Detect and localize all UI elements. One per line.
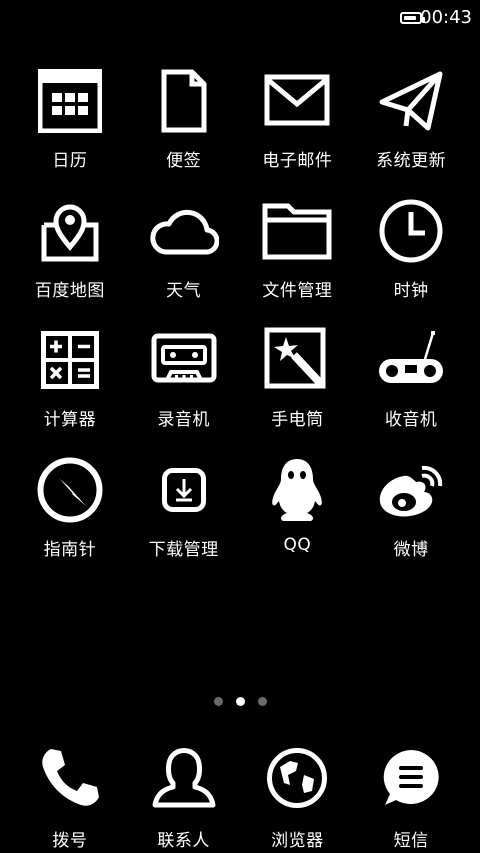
status-clock: 00:43 [420,7,472,28]
page-dot[interactable] [235,697,245,706]
app-label: 电子邮件 [262,151,333,171]
app-label: 下载管理 [148,539,219,560]
download-icon [144,450,224,530]
app-email[interactable]: 电子邮件 [241,61,355,191]
app-label: 微博 [393,539,429,560]
app-label: 拨号 [52,831,88,851]
qq-icon [257,450,337,530]
dock-messages[interactable]: 短信 [354,738,468,851]
app-label: 时钟 [393,280,429,301]
page-dot[interactable] [213,697,223,706]
app-label: 短信 [393,831,429,851]
app-label: 手电筒 [271,410,324,430]
flashlight-icon [257,320,337,400]
mail-icon [257,61,337,141]
app-flashlight[interactable]: 手电筒 [241,320,355,450]
phone-icon [30,738,110,818]
app-notes[interactable]: 便签 [127,61,241,191]
app-label: 计算器 [43,410,97,430]
paper-plane-icon [371,61,451,141]
app-label: 收音机 [384,410,438,430]
app-baidu-map[interactable]: 百度地图 [13,191,127,321]
page-indicator [0,697,480,706]
contacts-icon [144,738,224,818]
compass-icon [30,450,110,530]
globe-icon [257,738,337,818]
app-label: 便签 [166,151,202,171]
cloud-icon [144,191,224,271]
folder-icon [257,191,337,271]
app-radio[interactable]: 收音机 [354,320,468,450]
app-label: 百度地图 [34,280,105,301]
app-calendar[interactable]: 日历 [13,61,127,191]
note-icon [144,61,224,141]
page-dot[interactable] [257,697,267,706]
app-weather[interactable]: 天气 [127,191,241,321]
app-label: 日历 [52,151,88,171]
app-system-update[interactable]: 系统更新 [354,61,468,191]
app-recorder[interactable]: 录音机 [127,320,241,450]
dock: 拨号 联系人 浏览器 短信 [13,738,468,851]
app-grid: 日历 便签 电子邮件 系统更新 百度地图 天气 文件管理 时钟 计算器 录音机 … [13,61,468,579]
app-label: 浏览器 [271,831,324,851]
app-label: 天气 [166,280,202,301]
dock-phone[interactable]: 拨号 [13,738,127,851]
map-icon [30,191,110,271]
battery-icon [400,12,425,24]
app-label: QQ [283,534,312,555]
app-label: 系统更新 [376,151,447,171]
calculator-icon [30,320,110,400]
app-label: 录音机 [157,410,210,430]
app-download-manager[interactable]: 下载管理 [127,450,241,580]
app-weibo[interactable]: 微博 [354,450,468,580]
radio-icon [371,320,451,400]
app-clock[interactable]: 时钟 [354,191,468,321]
status-bar: 00:43 [0,0,480,36]
battery-level [404,16,416,20]
app-label: 指南针 [43,539,97,560]
dock-contacts[interactable]: 联系人 [127,738,241,851]
weibo-icon [371,450,451,530]
app-calculator[interactable]: 计算器 [13,320,127,450]
app-label: 文件管理 [262,280,333,301]
app-label: 联系人 [157,831,210,851]
app-file-manager[interactable]: 文件管理 [241,191,355,321]
message-icon [371,738,451,818]
cassette-icon [144,320,224,400]
dock-browser[interactable]: 浏览器 [241,738,355,851]
app-compass[interactable]: 指南针 [13,450,127,580]
calendar-icon [30,61,110,141]
clock-icon [371,191,451,271]
app-qq[interactable]: QQ [241,450,355,580]
